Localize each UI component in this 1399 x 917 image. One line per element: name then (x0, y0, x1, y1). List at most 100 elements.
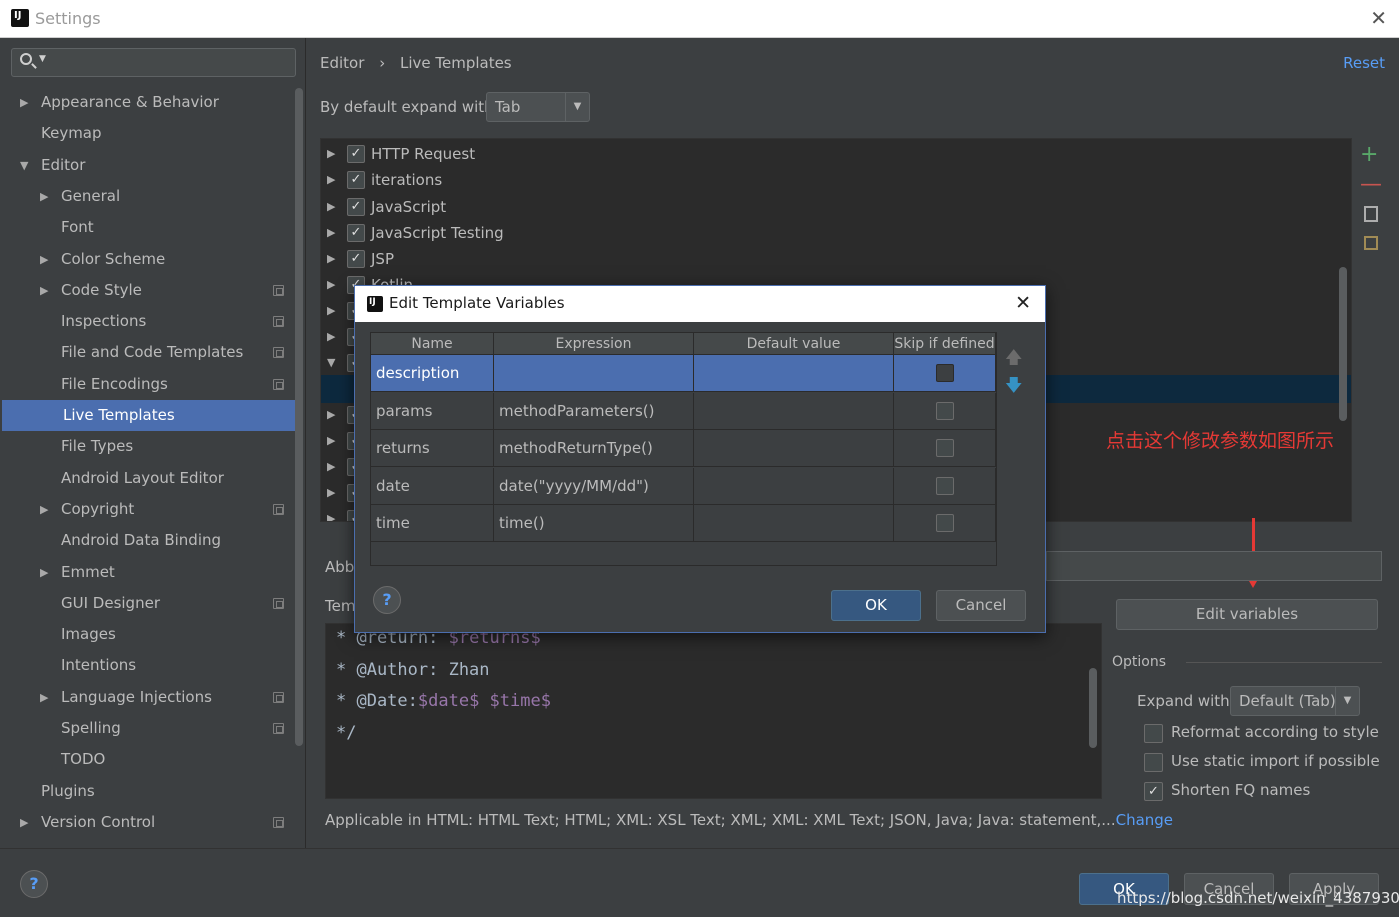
sidebar-item-plugins[interactable]: Plugins (0, 776, 294, 807)
collapsed-arrow-icon[interactable]: ▶ (40, 557, 48, 588)
dialog-cancel-button[interactable]: Cancel (936, 590, 1026, 621)
template-group-row[interactable]: ▶ ✓ HTTP Request (321, 141, 1351, 167)
collapsed-arrow-icon[interactable]: ▶ (327, 220, 335, 246)
collapsed-arrow-icon[interactable]: ▶ (327, 454, 335, 480)
variable-name-cell[interactable]: date (371, 467, 494, 505)
template-group-row[interactable]: ▶ ✓ JSP (321, 246, 1351, 272)
edit-variables-button[interactable]: Edit variables (1116, 599, 1378, 630)
reset-link[interactable]: Reset (1343, 54, 1385, 72)
expanded-arrow-icon[interactable]: ▼ (327, 350, 335, 376)
dialog-close-icon[interactable]: ✕ (1015, 292, 1031, 314)
variable-row[interactable]: returns methodReturnType() (371, 430, 996, 468)
variable-default-cell[interactable] (694, 355, 894, 392)
dialog-help-icon[interactable]: ? (373, 586, 401, 614)
collapsed-arrow-icon[interactable]: ▶ (327, 246, 335, 272)
variable-expression-cell[interactable] (494, 355, 694, 392)
sidebar-item-copyright[interactable]: ▶ Copyright (0, 494, 294, 525)
column-header-default-value[interactable]: Default value (694, 333, 894, 355)
template-group-checkbox[interactable]: ✓ (347, 145, 365, 163)
column-header-skip-if-defined[interactable]: Skip if defined (894, 333, 996, 355)
column-header-expression[interactable]: Expression (494, 333, 694, 355)
add-icon[interactable]: + (1360, 144, 1382, 166)
option-checkbox[interactable]: ✓ (1144, 782, 1163, 801)
collapsed-arrow-icon[interactable]: ▶ (327, 480, 335, 506)
collapsed-arrow-icon[interactable]: ▶ (327, 428, 335, 454)
sidebar-item-file-types[interactable]: File Types (0, 431, 294, 462)
collapsed-arrow-icon[interactable]: ▶ (327, 298, 335, 324)
collapsed-arrow-icon[interactable]: ▶ (327, 324, 335, 350)
collapsed-arrow-icon[interactable]: ▶ (20, 807, 28, 838)
skip-if-defined-checkbox[interactable] (936, 476, 954, 495)
template-group-row[interactable]: ▶ ✓ JavaScript Testing (321, 220, 1351, 246)
sidebar-item-spelling[interactable]: Spelling (0, 713, 294, 744)
sidebar-item-live-templates[interactable]: Live Templates (2, 400, 296, 431)
variable-default-cell[interactable] (694, 505, 894, 543)
move-down-icon[interactable]: 🡇 (1005, 373, 1022, 402)
option-checkbox[interactable] (1144, 724, 1163, 743)
change-context-link[interactable]: Change (1116, 811, 1173, 829)
expand-with-select[interactable]: Default (Tab) ▼ (1230, 686, 1360, 716)
sidebar-item-keymap[interactable]: Keymap (0, 118, 294, 149)
sidebar-item-language-injections[interactable]: ▶ Language Injections (0, 682, 294, 713)
help-icon[interactable]: ? (20, 870, 48, 898)
sidebar-item-code-style[interactable]: ▶ Code Style (0, 275, 294, 306)
collapsed-arrow-icon[interactable]: ▶ (40, 275, 48, 306)
skip-if-defined-checkbox[interactable] (936, 401, 954, 420)
sidebar-item-general[interactable]: ▶ General (0, 181, 294, 212)
variable-row[interactable]: description (371, 355, 996, 392)
collapsed-arrow-icon[interactable]: ▶ (327, 141, 335, 167)
variable-row[interactable]: time time() (371, 505, 996, 543)
template-text-editor[interactable]: * @return: $returns$ * @Author: Zhan * @Da… (325, 623, 1102, 799)
sidebar-item-images[interactable]: Images (0, 619, 294, 650)
variable-row[interactable]: params methodParameters() (371, 392, 996, 430)
collapsed-arrow-icon[interactable]: ▶ (327, 402, 335, 428)
sidebar-item-inspections[interactable]: Inspections (0, 306, 294, 337)
skip-if-defined-checkbox[interactable] (936, 514, 954, 533)
skip-if-defined-checkbox[interactable] (936, 364, 954, 382)
skip-if-defined-checkbox[interactable] (936, 439, 954, 458)
sidebar-item-appearance-behavior[interactable]: ▶ Appearance & Behavior (0, 87, 294, 118)
description-field[interactable] (1046, 551, 1382, 581)
window-close-icon[interactable]: ✕ (1370, 6, 1387, 30)
sidebar-item-todo[interactable]: TODO (0, 744, 294, 775)
settings-search-input[interactable]: ▼ (11, 48, 296, 77)
template-tree-scrollbar[interactable] (1339, 267, 1347, 421)
default-expand-select[interactable]: Tab ▼ (486, 92, 590, 122)
editor-scrollbar[interactable] (1089, 668, 1097, 748)
search-dropdown-icon[interactable]: ▼ (39, 54, 46, 64)
collapsed-arrow-icon[interactable]: ▶ (327, 272, 335, 298)
template-group-checkbox[interactable]: ✓ (347, 171, 365, 189)
variable-default-cell[interactable] (694, 430, 894, 468)
sidebar-item-color-scheme[interactable]: ▶ Color Scheme (0, 244, 294, 275)
variable-name-cell[interactable]: description (371, 355, 494, 392)
sidebar-item-gui-designer[interactable]: GUI Designer (0, 588, 294, 619)
sidebar-item-version-control[interactable]: ▶ Version Control (0, 807, 294, 838)
sidebar-item-font[interactable]: Font (0, 212, 294, 243)
sidebar-scrollbar[interactable] (295, 88, 303, 746)
collapsed-arrow-icon[interactable]: ▶ (20, 87, 28, 118)
dialog-ok-button[interactable]: OK (831, 590, 921, 621)
variable-default-cell[interactable] (694, 392, 894, 430)
sidebar-item-android-layout-editor[interactable]: Android Layout Editor (0, 463, 294, 494)
option-label[interactable]: Reformat according to style (1171, 723, 1379, 741)
copy-icon[interactable] (1364, 206, 1378, 222)
sidebar-item-intentions[interactable]: Intentions (0, 650, 294, 681)
option-label[interactable]: Use static import if possible (1171, 752, 1380, 770)
sidebar-item-android-data-binding[interactable]: Android Data Binding (0, 525, 294, 556)
variable-name-cell[interactable]: params (371, 392, 494, 430)
collapsed-arrow-icon[interactable]: ▶ (327, 194, 335, 220)
move-up-icon[interactable]: 🡅 (1005, 345, 1022, 374)
collapsed-arrow-icon[interactable]: ▶ (327, 167, 335, 193)
collapsed-arrow-icon[interactable]: ▶ (40, 494, 48, 525)
collapsed-arrow-icon[interactable]: ▶ (40, 181, 48, 212)
variable-name-cell[interactable]: returns (371, 430, 494, 468)
sidebar-item-file-encodings[interactable]: File Encodings (0, 369, 294, 400)
restore-defaults-icon[interactable] (1364, 236, 1378, 250)
template-group-row[interactable]: ▶ ✓ iterations (321, 167, 1351, 193)
variable-expression-cell[interactable]: methodParameters() (494, 392, 694, 430)
template-group-checkbox[interactable]: ✓ (347, 250, 365, 268)
collapsed-arrow-icon[interactable]: ▶ (40, 682, 48, 713)
template-group-row[interactable]: ▶ ✓ JavaScript (321, 194, 1351, 220)
collapsed-arrow-icon[interactable]: ▶ (40, 244, 48, 275)
column-header-name[interactable]: Name (371, 333, 494, 355)
